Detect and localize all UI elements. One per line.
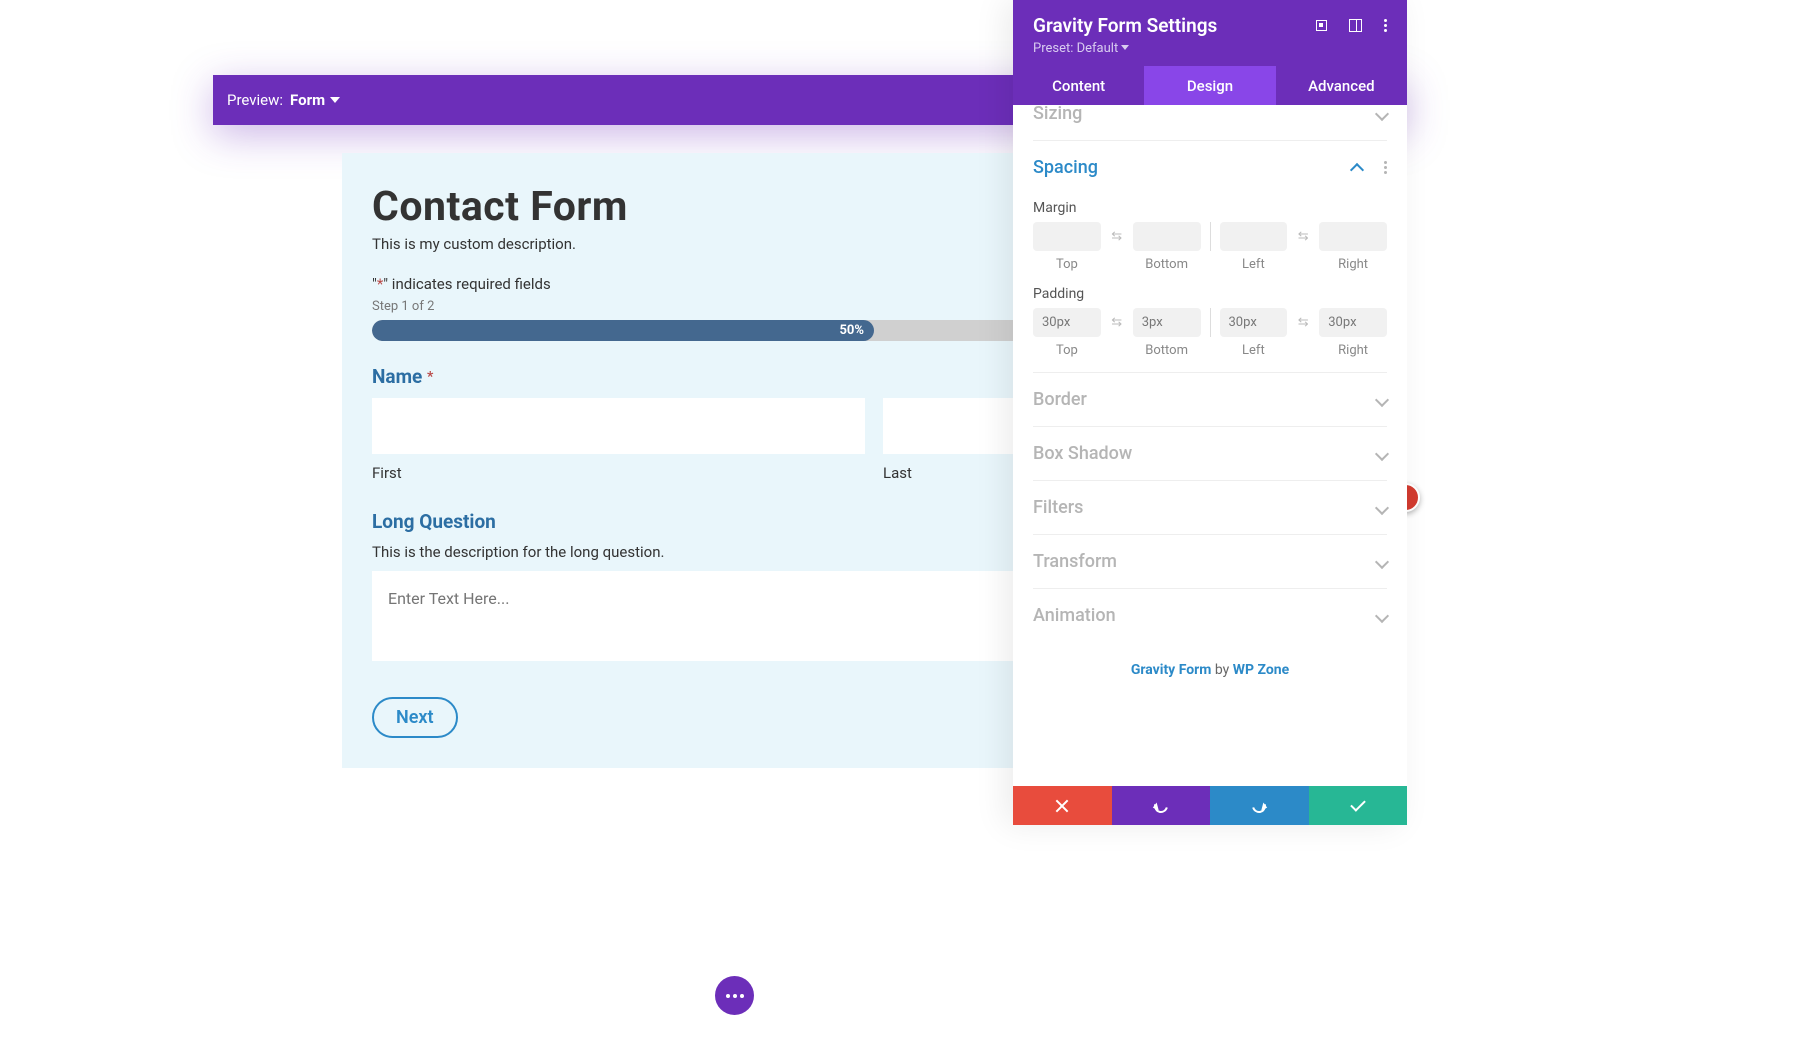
close-icon: [1055, 799, 1069, 813]
padding-right-input[interactable]: [1319, 308, 1387, 337]
panel-tabs: Content Design Advanced: [1013, 66, 1407, 105]
chevron-down-icon: [1375, 554, 1389, 568]
divider: [1210, 308, 1211, 337]
padding-left-input[interactable]: [1220, 308, 1288, 337]
margin-bottom-input[interactable]: [1133, 222, 1201, 251]
caret-down-icon: [330, 97, 340, 103]
credit-name-link[interactable]: Gravity Form: [1131, 662, 1212, 678]
panel-actions: [1013, 786, 1407, 825]
margin-label: Margin: [1033, 200, 1387, 216]
credit-author-link[interactable]: WP Zone: [1233, 662, 1289, 678]
chevron-down-icon: [1375, 500, 1389, 514]
preset-selector[interactable]: Preset: Default: [1033, 41, 1387, 56]
padding-top-input[interactable]: [1033, 308, 1101, 337]
margin-right-input[interactable]: [1319, 222, 1387, 251]
section-border[interactable]: Border: [1033, 373, 1387, 427]
credit-line: Gravity Form by WP Zone: [1033, 642, 1387, 698]
more-icon[interactable]: [1384, 19, 1387, 32]
link-icon[interactable]: ⇆: [1110, 308, 1124, 337]
undo-button[interactable]: [1112, 786, 1211, 825]
panel-title: Gravity Form Settings: [1033, 14, 1217, 37]
first-name-input[interactable]: [372, 398, 865, 454]
section-sizing[interactable]: Sizing: [1033, 105, 1387, 141]
chevron-down-icon: [1375, 392, 1389, 406]
fab-more-button[interactable]: [715, 976, 754, 1015]
panel-header: Gravity Form Settings Preset: Default: [1013, 0, 1407, 66]
tab-design[interactable]: Design: [1144, 66, 1275, 105]
chevron-down-icon: [1375, 446, 1389, 460]
tab-advanced[interactable]: Advanced: [1276, 66, 1407, 105]
margin-top-input[interactable]: [1033, 222, 1101, 251]
margin-left-input[interactable]: [1220, 222, 1288, 251]
redo-icon: [1250, 796, 1269, 815]
section-animation[interactable]: Animation: [1033, 589, 1387, 642]
redo-button[interactable]: [1210, 786, 1309, 825]
preview-label: Preview:: [227, 91, 283, 109]
preview-value: Form: [290, 91, 325, 109]
columns-icon[interactable]: [1349, 19, 1362, 32]
chevron-down-icon: [1375, 106, 1389, 120]
link-icon[interactable]: ⇆: [1296, 308, 1310, 337]
padding-label: Padding: [1033, 286, 1387, 302]
expand-icon[interactable]: [1316, 20, 1327, 31]
section-transform[interactable]: Transform: [1033, 535, 1387, 589]
section-box-shadow[interactable]: Box Shadow: [1033, 427, 1387, 481]
chevron-down-icon: [1375, 608, 1389, 622]
caret-down-icon: [1121, 45, 1129, 50]
link-icon[interactable]: ⇆: [1296, 222, 1310, 251]
chevron-up-icon: [1350, 162, 1364, 176]
close-button[interactable]: [1013, 786, 1112, 825]
settings-panel: Gravity Form Settings Preset: Default Co…: [1013, 0, 1407, 825]
save-button[interactable]: [1309, 786, 1408, 825]
panel-body: Sizing Spacing Margin Top ⇆ Bottom Left …: [1013, 105, 1407, 783]
divider: [1210, 222, 1211, 251]
padding-bottom-input[interactable]: [1133, 308, 1201, 337]
section-spacing: Spacing Margin Top ⇆ Bottom Left ⇆ Right…: [1033, 141, 1387, 373]
tab-content[interactable]: Content: [1013, 66, 1144, 105]
progress-fill: 50%: [372, 320, 874, 341]
section-filters[interactable]: Filters: [1033, 481, 1387, 535]
undo-icon: [1151, 796, 1170, 815]
more-icon[interactable]: [1384, 161, 1387, 174]
check-icon: [1350, 796, 1366, 812]
first-sublabel: First: [372, 464, 865, 482]
link-icon[interactable]: ⇆: [1110, 222, 1124, 251]
next-button[interactable]: Next: [372, 697, 458, 738]
